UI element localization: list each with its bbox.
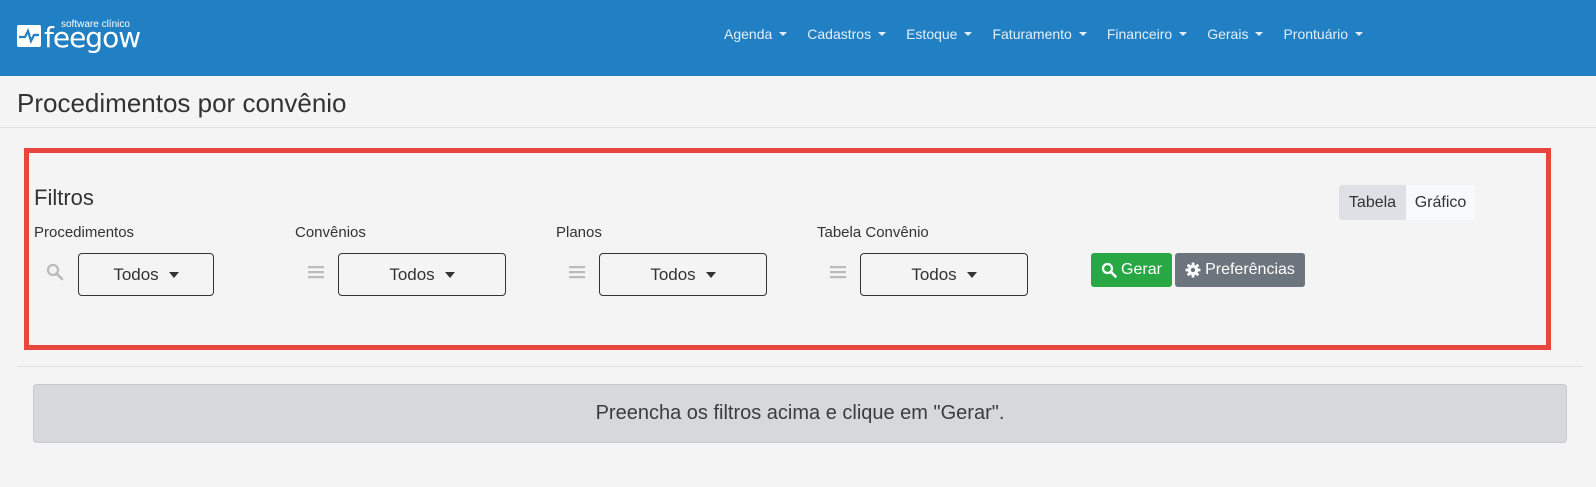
feegow-logo[interactable]: software clínico feegow [17, 17, 157, 57]
nav-item-estoque[interactable]: Estoque [906, 26, 973, 42]
chevron-down-icon [1179, 32, 1188, 36]
gear-icon [1185, 262, 1201, 278]
convenios-dropdown[interactable]: Todos [338, 253, 506, 296]
chevron-down-icon [964, 32, 973, 36]
convenios-label: Convênios [295, 224, 366, 241]
caret-down-icon [444, 271, 455, 278]
nav-item-cadastros[interactable]: Cadastros [807, 26, 887, 42]
caret-down-icon [966, 271, 977, 278]
list-icon [307, 263, 325, 281]
chevron-down-icon [1355, 32, 1364, 36]
toggle-tabela[interactable]: Tabela [1339, 185, 1406, 220]
alert-message: Preencha os filtros acima e clique em "G… [595, 402, 1005, 424]
nav-item-prontuario[interactable]: Prontuário [1283, 26, 1364, 42]
view-toggle: Tabela Gráfico [1339, 185, 1475, 220]
tabela-convenio-dropdown[interactable]: Todos [860, 253, 1028, 296]
procedimentos-dropdown[interactable]: Todos [78, 253, 214, 296]
main-menu: Agenda Cadastros Estoque Faturamento Fin… [724, 26, 1364, 42]
chevron-down-icon [779, 32, 788, 36]
filter-panel-highlight [24, 148, 1551, 350]
nav-item-financeiro[interactable]: Financeiro [1107, 26, 1188, 42]
planos-dropdown[interactable]: Todos [599, 253, 767, 296]
search-icon [1101, 262, 1117, 278]
logo-icon [17, 25, 41, 47]
procedimentos-label: Procedimentos [34, 224, 135, 241]
divider [17, 366, 1583, 367]
search-icon [46, 263, 64, 281]
caret-down-icon [705, 271, 716, 278]
list-icon [829, 263, 847, 281]
page-title: Procedimentos por convênio [17, 88, 347, 118]
toggle-grafico[interactable]: Gráfico [1406, 185, 1475, 220]
list-icon [568, 263, 586, 281]
nav-item-faturamento[interactable]: Faturamento [992, 26, 1087, 42]
filters-heading: Filtros [34, 185, 94, 210]
preferencias-button[interactable]: Preferências [1175, 253, 1305, 287]
top-navbar: software clínico feegow Agenda Cadastros… [0, 0, 1596, 76]
divider [0, 127, 1596, 128]
gerar-button[interactable]: Gerar [1091, 253, 1172, 287]
nav-item-gerais[interactable]: Gerais [1207, 26, 1264, 42]
planos-label: Planos [556, 224, 602, 241]
nav-item-agenda[interactable]: Agenda [724, 26, 788, 42]
tabela-convenio-label: Tabela Convênio [817, 224, 929, 241]
logo-wordmark: feegow [44, 21, 141, 54]
chevron-down-icon [1078, 32, 1087, 36]
info-alert: Preencha os filtros acima e clique em "G… [33, 384, 1567, 443]
chevron-down-icon [1255, 32, 1264, 36]
caret-down-icon [168, 271, 179, 278]
chevron-down-icon [878, 32, 887, 36]
